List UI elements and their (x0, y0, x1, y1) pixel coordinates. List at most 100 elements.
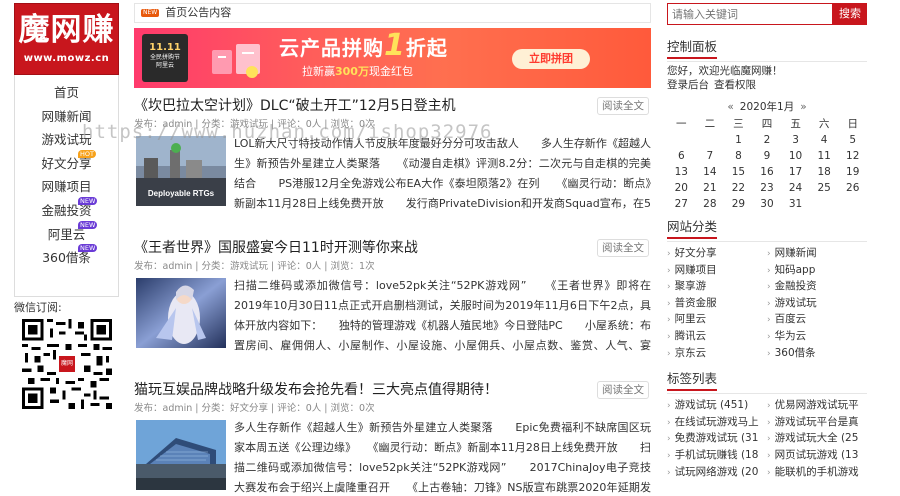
category-item[interactable]: › 网赚新闻 (767, 246, 867, 263)
hot-badge: HOT (78, 149, 96, 158)
calendar-next-button[interactable]: » (800, 101, 806, 113)
category-item[interactable]: › 京东云 (667, 346, 767, 363)
category-item[interactable]: › 好文分享 (667, 246, 767, 263)
category-item[interactable]: › 金融投资 (767, 279, 867, 296)
permissions-link[interactable]: 查看权限 (714, 79, 756, 91)
calendar-day[interactable]: 22 (724, 180, 753, 196)
nav-label: 360借条 (42, 250, 91, 266)
chevron-right-icon: › (767, 331, 771, 342)
calendar-day[interactable]: 25 (810, 180, 839, 196)
chevron-right-icon: › (767, 434, 771, 445)
chevron-right-icon: › (767, 401, 771, 412)
tag-item[interactable]: › 免费游戏试玩 (31 (667, 431, 767, 448)
calendar-day[interactable]: 23 (753, 180, 782, 196)
nav-item-360[interactable]: 360借条 NEW (15, 244, 118, 270)
calendar-day[interactable]: 6 (667, 148, 696, 164)
search-box: 搜索 (667, 3, 867, 25)
calendar-day[interactable]: 31 (781, 196, 810, 212)
calendar-day[interactable]: 13 (667, 164, 696, 180)
calendar-day[interactable]: 15 (724, 164, 753, 180)
nav-item-home[interactable]: 首页 (15, 81, 118, 105)
calendar-day[interactable]: 30 (753, 196, 782, 212)
category-item[interactable]: › 百度云 (767, 312, 867, 329)
calendar-day[interactable]: 27 (667, 196, 696, 212)
calendar-day[interactable]: 8 (724, 148, 753, 164)
calendar-day[interactable]: 5 (838, 132, 867, 148)
site-logo[interactable]: 魔网赚 www.mowz.cn (14, 3, 119, 75)
category-item[interactable]: › 360借条 (767, 346, 867, 363)
category-item[interactable]: › 腾讯云 (667, 329, 767, 346)
read-more-button[interactable]: 阅读全文 (597, 239, 649, 257)
nav-item-projects[interactable]: 网赚项目 (15, 175, 118, 199)
category-label: 360借条 (774, 346, 816, 359)
announcement-text[interactable]: 首页公告内容 (165, 6, 231, 19)
calendar-day[interactable]: 18 (810, 164, 839, 180)
ad-banner[interactable]: 11.11 全民拼购节 阿里云 云产品拼购1折起 拉新赢300万现金红包 立即拼… (134, 28, 651, 88)
post-title[interactable]: 《王者世界》国服盛宴今日11时开测等你来战 (134, 238, 584, 258)
nav-item-articles[interactable]: 好文分享 HOT (15, 149, 118, 176)
category-item[interactable]: › 普资金服 (667, 296, 767, 313)
tag-item[interactable]: › 能联机的手机游戏 (767, 465, 867, 482)
calendar-day[interactable]: 12 (838, 148, 867, 164)
wechat-label: 微信订阅: (14, 301, 62, 314)
calendar-day[interactable]: 16 (753, 164, 782, 180)
category-item[interactable]: › 网赚项目 (667, 263, 767, 280)
calendar-day[interactable]: 1 (724, 132, 753, 148)
tag-item[interactable]: › 游戏试玩平台是真 (767, 415, 867, 432)
post-title[interactable]: 猫玩互娱品牌战略升级发布会抢先看！三大亮点值得期待！ (134, 380, 584, 400)
tag-item[interactable]: › 游戏试玩大全 (25 (767, 431, 867, 448)
tag-item[interactable]: › 手机试玩赚钱 (18 (667, 448, 767, 465)
calendar-day[interactable]: 7 (696, 148, 725, 164)
chevron-right-icon: › (767, 348, 771, 359)
calendar-day[interactable]: 2 (753, 132, 782, 148)
category-item[interactable]: › 聚享游 (667, 279, 767, 296)
search-button[interactable]: 搜索 (833, 3, 867, 25)
categories-widget: 网站分类 › 好文分享 › 网赚新闻 › 网赚项目 › 知码app › 聚享游 › 金融投资 › 普资金服… (667, 218, 867, 362)
search-input[interactable] (667, 3, 833, 25)
calendar-day[interactable]: 29 (724, 196, 753, 212)
calendar-day[interactable]: 24 (781, 180, 810, 196)
login-link[interactable]: 登录后台 (667, 79, 709, 91)
chevron-right-icon: › (767, 315, 771, 326)
calendar-day[interactable]: 10 (781, 148, 810, 164)
calendar-weekday: 日 (847, 118, 858, 130)
calendar-day[interactable]: 11 (810, 148, 839, 164)
calendar-day[interactable]: 19 (838, 164, 867, 180)
calendar-day[interactable]: 14 (696, 164, 725, 180)
post-thumbnail[interactable]: Deployable RTGs (136, 136, 226, 206)
wechat-qr-code: 魔网赚 (22, 319, 112, 409)
ad-join-button[interactable]: 立即拼团 (512, 49, 590, 69)
tag-label: 优易网游戏试玩平 (774, 399, 859, 412)
post-title[interactable]: 《坎巴拉太空计划》DLC“破土开工”12月5日登主机 (134, 96, 584, 116)
tag-item[interactable]: › 游戏试玩 (451) (667, 398, 767, 415)
tag-label: 游戏试玩大全 (25 (774, 432, 859, 445)
calendar-day[interactable]: 26 (838, 180, 867, 196)
category-item[interactable]: › 游戏试玩 (767, 296, 867, 313)
calendar-day[interactable]: 20 (667, 180, 696, 196)
category-item[interactable]: › 阿里云 (667, 312, 767, 329)
tag-item[interactable]: › 试玩网络游戏 (20 (667, 465, 767, 482)
category-item[interactable]: › 知码app (767, 263, 867, 280)
nav-item-aliyun[interactable]: 阿里云 NEW (15, 220, 118, 247)
calendar-day[interactable]: 17 (781, 164, 810, 180)
calendar-day[interactable]: 28 (696, 196, 725, 212)
post-thumbnail[interactable] (136, 278, 226, 348)
calendar-weekday: 一 (676, 118, 687, 130)
read-more-button[interactable]: 阅读全文 (597, 97, 649, 115)
category-item[interactable]: › 华为云 (767, 329, 867, 346)
calendar-day[interactable]: 21 (696, 180, 725, 196)
nav-item-news[interactable]: 网赚新闻 (15, 105, 118, 129)
read-more-button[interactable]: 阅读全文 (597, 381, 649, 399)
category-label: 华为云 (774, 329, 807, 342)
tag-item[interactable]: › 在线试玩游戏马上 (667, 415, 767, 432)
tag-item[interactable]: › 网页试玩游戏 (13 (767, 448, 867, 465)
calendar-day[interactable]: 9 (753, 148, 782, 164)
post-thumbnail[interactable] (136, 420, 226, 490)
tag-item[interactable]: › 优易网游戏试玩平 (767, 398, 867, 415)
calendar-day[interactable]: 3 (781, 132, 810, 148)
nav-item-games[interactable]: 游戏试玩 (15, 128, 118, 152)
calendar-prev-button[interactable]: « (727, 101, 733, 113)
calendar-day[interactable]: 4 (810, 132, 839, 148)
category-label: 游戏试玩 (774, 296, 817, 309)
nav-item-finance[interactable]: 金融投资 NEW (15, 196, 118, 223)
